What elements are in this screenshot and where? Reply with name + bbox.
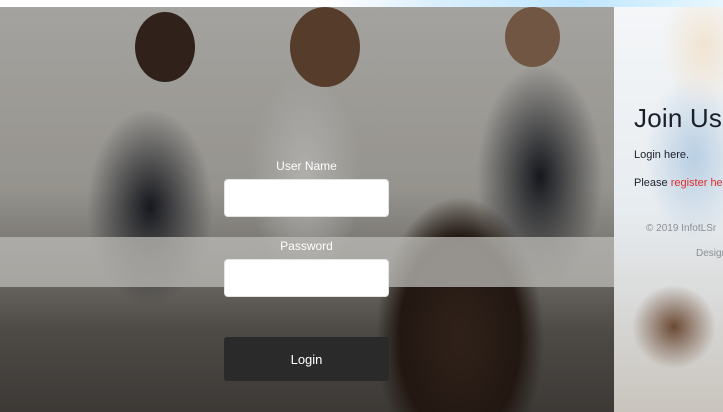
register-link[interactable]: register here <box>671 177 723 189</box>
person-head <box>135 12 195 82</box>
register-line: Please register here <box>634 177 723 189</box>
username-input[interactable] <box>224 179 389 217</box>
password-label: Password <box>280 239 333 253</box>
person-head <box>290 7 360 87</box>
top-strip <box>0 0 723 7</box>
copyright-text: © 2019 InfotLSr <box>646 223 717 234</box>
register-prefix: Please <box>634 177 671 189</box>
designed-text: Designed <box>696 248 723 259</box>
password-input[interactable] <box>224 259 389 297</box>
join-title: Join Us <box>634 103 723 133</box>
login-button[interactable]: Login <box>224 337 389 381</box>
login-here-text: Login here. <box>634 149 690 161</box>
join-panel: Join Us Login here. Please register here… <box>614 7 723 412</box>
username-label: User Name <box>276 159 337 173</box>
person-head <box>505 7 560 67</box>
